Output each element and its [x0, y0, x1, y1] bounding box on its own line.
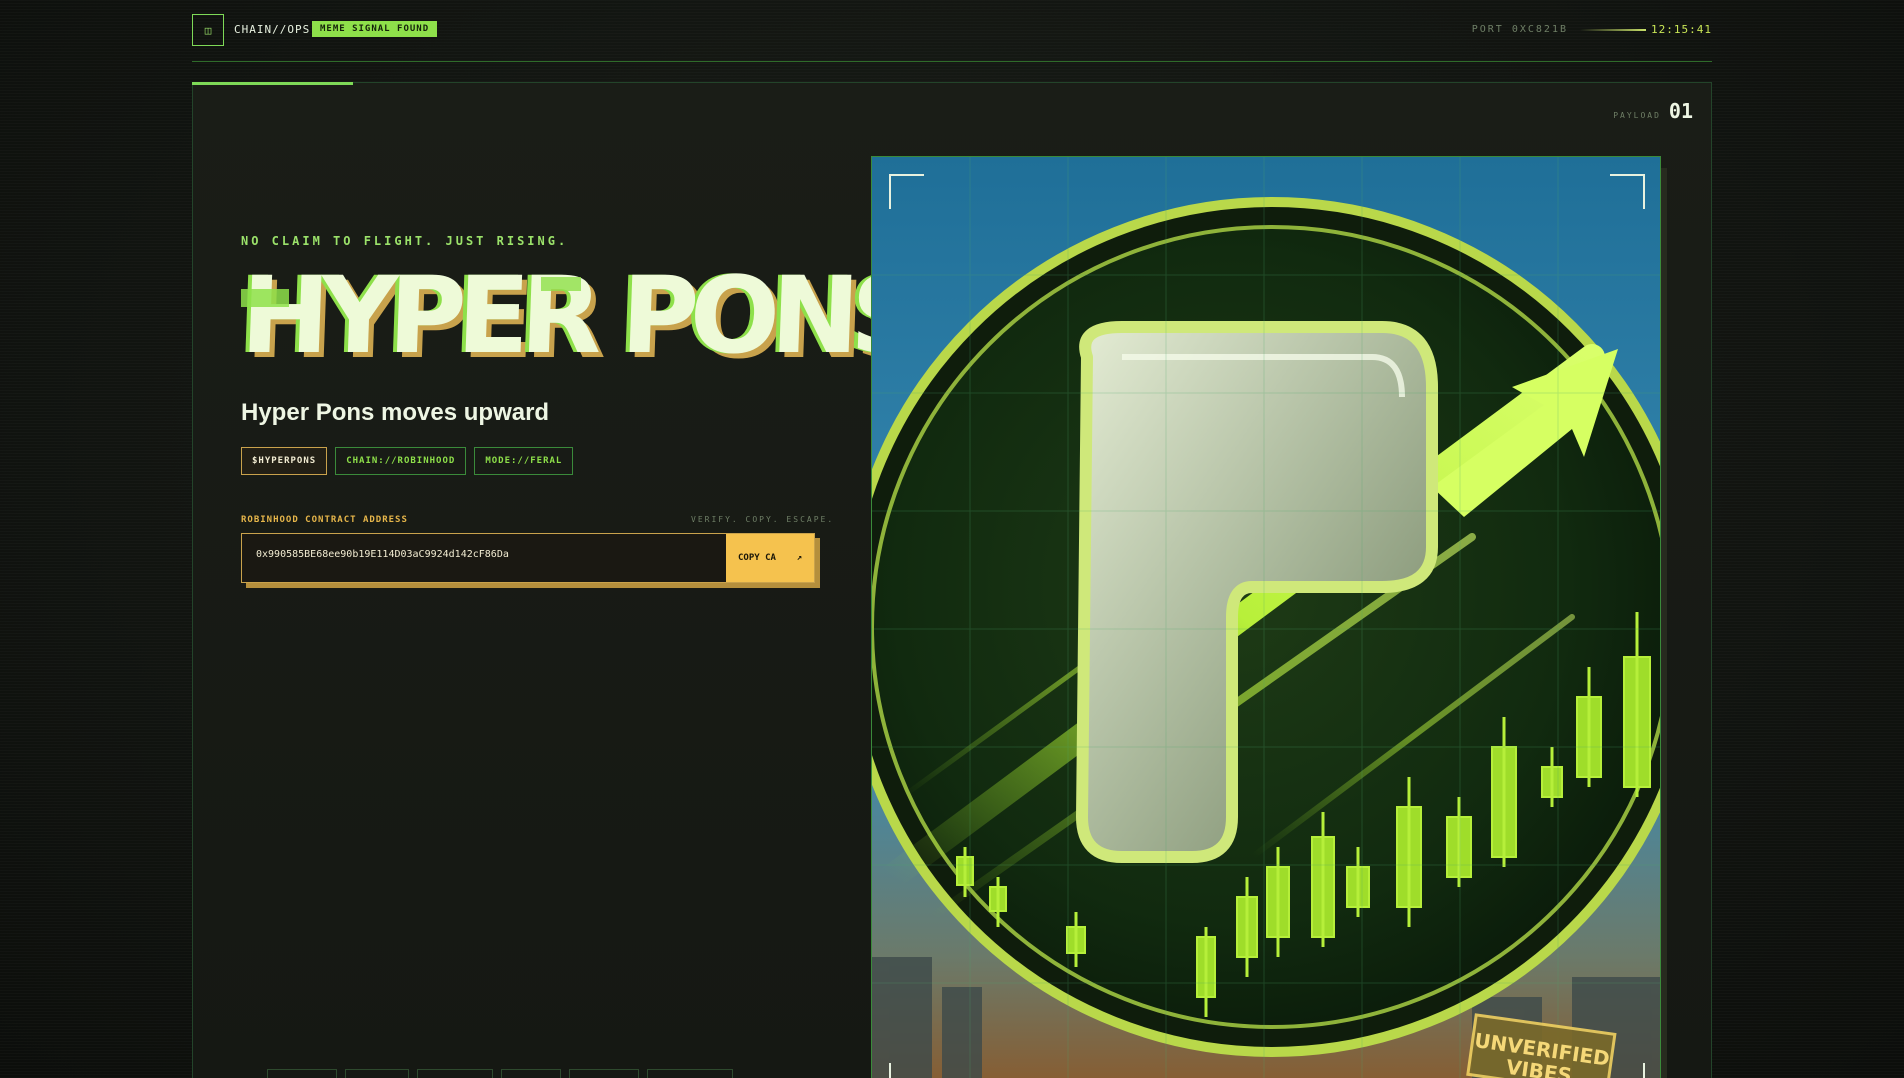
subtitle: Hyper Pons moves upward — [241, 399, 550, 426]
contract-label: ROBINHOOD CONTRACT ADDRESS — [241, 515, 408, 525]
tab[interactable] — [647, 1069, 733, 1078]
menu-button[interactable]: ◫ — [192, 14, 224, 46]
contract-address[interactable]: 0x990585BE68ee90b19E114D03aC9924d142cF86… — [242, 534, 726, 582]
tag-chips: $HYPERPONS CHAIN://ROBINHOOD MODE://FERA… — [241, 447, 574, 475]
hero-title: HYPER PONS HYPER PONS — [239, 251, 925, 382]
tab[interactable] — [267, 1069, 337, 1078]
payload-number: 01 — [1668, 99, 1693, 123]
clock: 12:15:41 — [1651, 23, 1712, 36]
grid-icon: ◫ — [204, 23, 212, 37]
tagline: NO CLAIM TO FLIGHT. JUST RISING. — [241, 234, 569, 248]
coin-illustration: UNVERIFIED VIBES — [872, 157, 1660, 1078]
panel-accent-bar — [192, 82, 353, 85]
copy-ca-button[interactable]: COPY CA ↗ — [726, 534, 814, 582]
bottom-tabs — [267, 1069, 733, 1078]
tab[interactable] — [417, 1069, 493, 1078]
port-label: PORT 0XC821B — [1471, 24, 1568, 35]
contract-hint: VERIFY. COPY. ESCAPE. — [691, 515, 835, 524]
tab[interactable] — [501, 1069, 561, 1078]
tab[interactable] — [345, 1069, 409, 1078]
top-divider — [192, 61, 1712, 62]
chain-chip[interactable]: CHAIN://ROBINHOOD — [335, 447, 467, 475]
payload-label: PAYLOAD — [1613, 111, 1661, 120]
glitch-bar — [241, 289, 289, 307]
ticker-chip[interactable]: $HYPERPONS — [241, 447, 328, 475]
mode-chip[interactable]: MODE://FERAL — [474, 447, 574, 475]
copy-ca-label: COPY CA — [738, 553, 776, 563]
arrow-up-right-icon: ↗ — [796, 553, 802, 563]
payload-panel: PAYLOAD 01 NO CLAIM TO FLIGHT. JUST RISI… — [192, 82, 1712, 1078]
tab[interactable] — [569, 1069, 639, 1078]
glitch-bar — [541, 277, 581, 291]
brand-name: CHAIN//OPS — [234, 23, 311, 36]
hero-title-text: HYPER PONS — [238, 254, 921, 377]
top-bar: ◫ CHAIN//OPS MEME SIGNAL FOUND PORT 0XC8… — [192, 14, 1712, 48]
signal-badge: MEME SIGNAL FOUND — [312, 21, 438, 37]
coin-artwork: UNVERIFIED VIBES — [871, 156, 1661, 1078]
payload-indicator: PAYLOAD 01 — [1613, 99, 1693, 123]
port-divider — [1580, 29, 1646, 31]
contract-address-box: 0x990585BE68ee90b19E114D03aC9924d142cF86… — [241, 533, 815, 583]
